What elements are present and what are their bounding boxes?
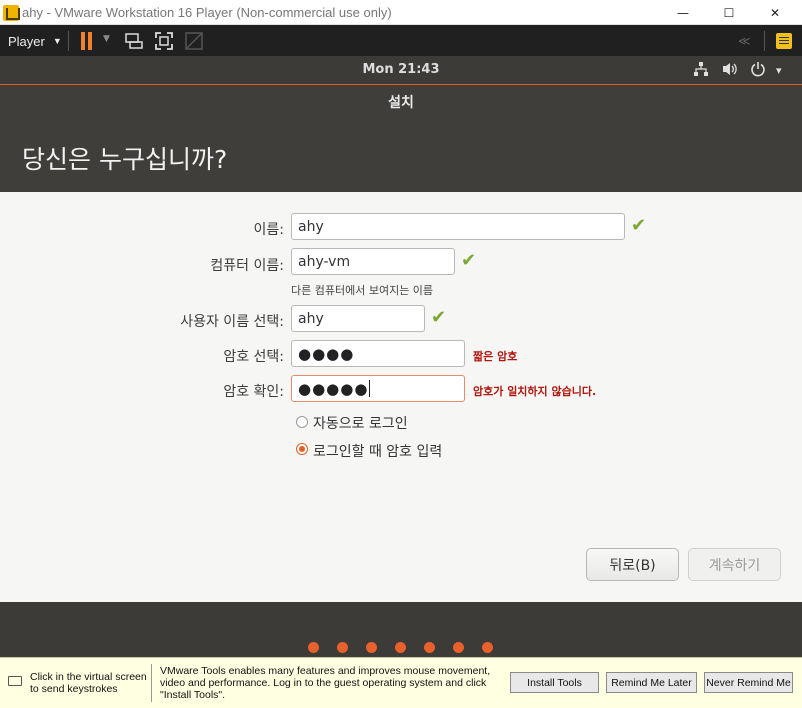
progress-dot bbox=[482, 642, 493, 653]
text-cursor bbox=[369, 380, 371, 397]
confirm-password-label: 암호 확인: bbox=[223, 384, 284, 400]
minimize-button[interactable]: — bbox=[660, 0, 706, 25]
pause-menu-caret-icon[interactable]: ▼ bbox=[103, 34, 110, 44]
pause-icon[interactable] bbox=[80, 32, 94, 50]
progress-dot bbox=[395, 642, 406, 653]
remind-later-button[interactable]: Remind Me Later bbox=[606, 672, 697, 693]
username-label: 사용자 이름 선택: bbox=[180, 314, 284, 330]
progress-dot bbox=[337, 642, 348, 653]
unity-mode-icon bbox=[184, 31, 204, 51]
toolbar-divider bbox=[764, 31, 765, 51]
panel-clock[interactable]: Mon 21:43 bbox=[0, 62, 802, 77]
confirm-password-field[interactable]: ●●●●● bbox=[291, 375, 465, 402]
confirm-password-mask: ●●●●● bbox=[298, 379, 369, 398]
window-title-bar: ahy - VMware Workstation 16 Player (Non-… bbox=[0, 0, 802, 25]
progress-dot bbox=[424, 642, 435, 653]
password-field[interactable]: ●●●● bbox=[291, 340, 465, 367]
notes-icon[interactable] bbox=[776, 33, 792, 49]
username-field[interactable]: ahy bbox=[291, 305, 425, 332]
install-tools-button[interactable]: Install Tools bbox=[510, 672, 599, 693]
chevron-down-icon[interactable]: ▾ bbox=[776, 64, 782, 77]
chevron-down-icon: ▼ bbox=[52, 36, 62, 46]
vmware-logo-icon bbox=[3, 5, 20, 21]
maximize-button[interactable]: ☐ bbox=[706, 0, 752, 25]
vmware-tools-bar: Click in the virtual screen to send keys… bbox=[0, 657, 802, 708]
auto-login-radio[interactable] bbox=[296, 416, 308, 428]
password-mismatch-warning: 암호가 일치하지 않습니다. bbox=[473, 385, 597, 398]
network-icon[interactable] bbox=[693, 61, 709, 81]
tools-message: VMware Tools enables many features and i… bbox=[160, 665, 491, 701]
name-field[interactable]: ahy bbox=[291, 213, 625, 240]
tools-divider bbox=[151, 664, 152, 702]
volume-icon[interactable] bbox=[721, 61, 739, 81]
collapse-toolbar-icon[interactable]: ≪ bbox=[738, 34, 751, 48]
ubuntu-top-panel: Mon 21:43 ▾ bbox=[0, 56, 802, 84]
toolbar-divider bbox=[68, 31, 69, 51]
player-menu-button[interactable]: Player ▼ bbox=[0, 27, 70, 55]
require-password-label[interactable]: 로그인할 때 암호 입력 bbox=[313, 441, 442, 461]
check-icon: ✔ bbox=[431, 307, 447, 328]
progress-dot bbox=[308, 642, 319, 653]
installer-header: 설치 당신은 누구십니까? bbox=[0, 84, 802, 192]
password-strength-warning: 짧은 암호 bbox=[473, 350, 518, 363]
computer-name-hint: 다른 컴퓨터에서 보여지는 이름 bbox=[291, 284, 434, 297]
progress-dot bbox=[453, 642, 464, 653]
never-remind-button[interactable]: Never Remind Me bbox=[704, 672, 793, 693]
check-icon: ✔ bbox=[461, 250, 477, 271]
require-password-radio[interactable] bbox=[296, 443, 308, 455]
check-icon: ✔ bbox=[631, 215, 647, 236]
name-label: 이름: bbox=[253, 222, 284, 238]
keyboard-icon bbox=[8, 676, 22, 686]
auto-login-label[interactable]: 자동으로 로그인 bbox=[313, 413, 408, 433]
page-title: 당신은 누구십니까? bbox=[22, 145, 228, 174]
send-ctrl-alt-del-icon[interactable] bbox=[124, 31, 144, 51]
installer-content: 이름: ahy ✔ 컴퓨터 이름: ahy-vm ✔ 다른 컴퓨터에서 보여지는… bbox=[0, 192, 802, 602]
installer-title: 설치 bbox=[388, 95, 414, 111]
computer-name-field[interactable]: ahy-vm bbox=[291, 248, 455, 275]
power-icon[interactable] bbox=[750, 61, 766, 81]
computer-name-label: 컴퓨터 이름: bbox=[210, 258, 284, 274]
vmware-toolbar: Player ▼ ▼ ≪ bbox=[0, 25, 802, 56]
window-title: ahy - VMware Workstation 16 Player (Non-… bbox=[22, 5, 392, 20]
player-menu-label: Player bbox=[8, 33, 45, 49]
password-mask: ●●●● bbox=[298, 344, 355, 363]
keystroke-hint: Click in the virtual screen to send keys… bbox=[30, 671, 147, 695]
back-button[interactable]: 뒤로(B) bbox=[586, 548, 679, 581]
close-button[interactable]: ✕ bbox=[752, 0, 798, 25]
password-label: 암호 선택: bbox=[223, 349, 284, 365]
fullscreen-icon[interactable] bbox=[154, 31, 174, 51]
continue-button[interactable]: 계속하기 bbox=[688, 548, 781, 581]
progress-dot bbox=[366, 642, 377, 653]
